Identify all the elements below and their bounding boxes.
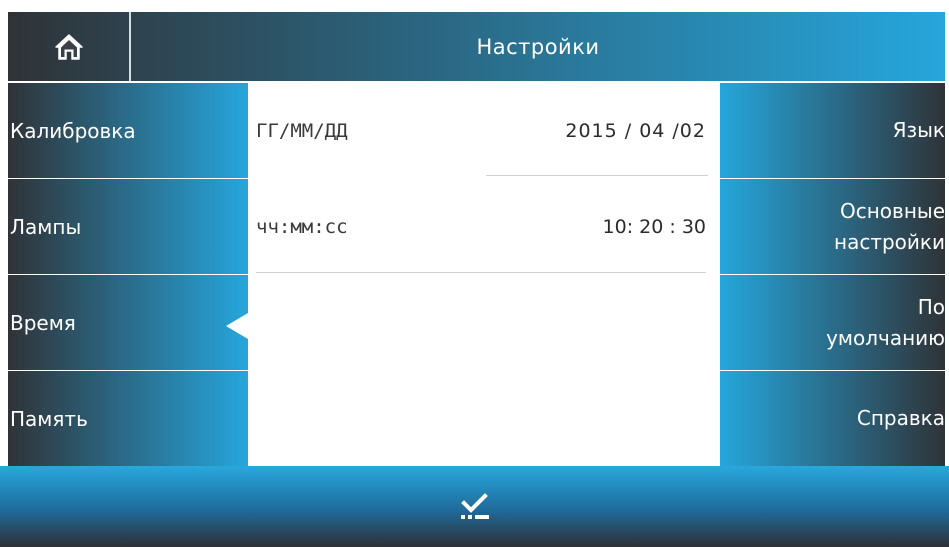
menu-item-defaults[interactable]: По умолчанию [720,275,945,370]
settings-screen: Настройки Калибровка Лампы Время Память … [0,0,949,547]
menu-item-calibration[interactable]: Калибровка [8,83,248,178]
home-button[interactable] [8,12,131,81]
checkmark-icon [460,492,489,519]
home-icon [54,33,83,60]
menu-item-help[interactable]: Справка [720,371,945,466]
right-menu: Язык Основные настройки По умолчанию Спр… [720,83,945,466]
time-format-label: чч:мм:сс [256,216,348,238]
menu-item-label: Справка [856,406,945,430]
date-value[interactable]: 2015 / 04 /02 [486,120,706,142]
menu-item-basic-settings[interactable]: Основные настройки [720,179,945,274]
menu-item-label: Язык [892,118,945,142]
selection-pointer-icon [226,313,248,339]
menu-item-lamps[interactable]: Лампы [8,179,248,274]
menu-item-label: Основные настройки [834,198,945,254]
time-row[interactable]: чч:мм:сс 10: 20 : 30 [256,179,706,275]
menu-item-memory[interactable]: Память [8,371,248,466]
menu-item-time[interactable]: Время [8,275,248,370]
divider [256,272,706,273]
time-settings-panel: ГГ/ММ/ДД 2015 / 04 /02 чч:мм:сс 10: 20 :… [248,83,720,466]
menu-item-label: Калибровка [10,118,136,143]
divider [486,175,708,176]
menu-item-label: Память [10,406,88,431]
confirm-button[interactable] [440,477,510,537]
footer-bar [0,466,949,547]
header-bar: Настройки [8,12,945,81]
left-menu: Калибровка Лампы Время Память [8,83,248,466]
date-row[interactable]: ГГ/ММ/ДД 2015 / 04 /02 [256,83,706,179]
menu-item-label: Время [10,310,76,335]
page-title: Настройки [476,34,600,59]
menu-item-language[interactable]: Язык [720,83,945,178]
date-format-label: ГГ/ММ/ДД [256,120,348,142]
time-value[interactable]: 10: 20 : 30 [486,216,706,238]
menu-item-label: Лампы [10,214,82,239]
menu-item-label: По умолчанию [826,294,945,350]
